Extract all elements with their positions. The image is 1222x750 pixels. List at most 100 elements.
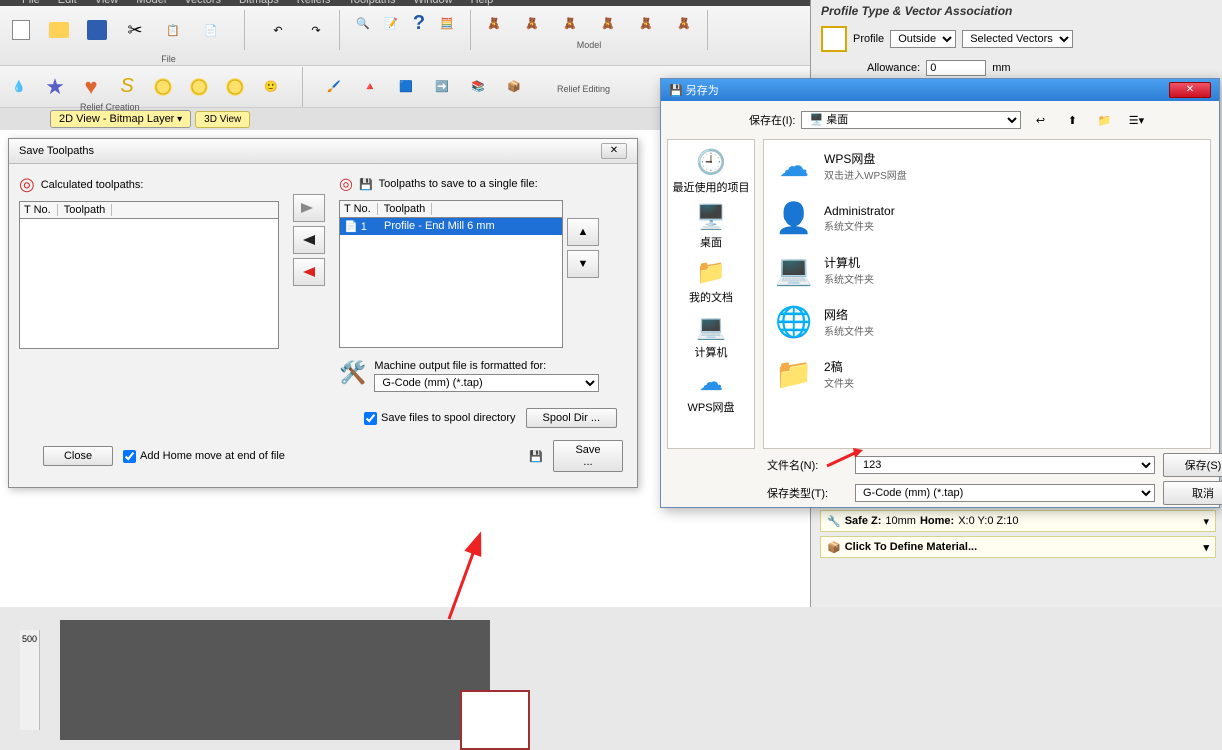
relief-editing-label: Relief Editing — [557, 84, 610, 94]
calc-label: Calculated toolpaths: — [41, 179, 144, 191]
triangle-icon[interactable]: 🔺 — [357, 74, 383, 100]
weave2-icon[interactable] — [186, 74, 212, 100]
cube-icon[interactable]: 📦 — [501, 74, 527, 100]
saveas-title: 💾 另存为 — [669, 82, 719, 98]
expand-icon[interactable]: ▾ — [1203, 515, 1209, 528]
file-list[interactable]: ☁ WPS网盘双击进入WPS网盘 👤 Administrator系统文件夹 💻 … — [763, 139, 1211, 449]
list-item[interactable]: 👤 Administrator系统文件夹 — [764, 192, 1210, 244]
new-folder-icon[interactable]: 📁 — [1091, 107, 1117, 133]
list-item[interactable]: 📁 2稿文件夹 — [764, 348, 1210, 400]
teddy5-icon[interactable]: 🧸 — [633, 10, 659, 36]
green-arrow-icon[interactable]: ➡️ — [429, 74, 455, 100]
open-icon[interactable] — [46, 17, 72, 43]
redo-icon[interactable]: ↷ — [303, 17, 329, 43]
list-item[interactable]: 💻 计算机系统文件夹 — [764, 244, 1210, 296]
cut-icon[interactable]: ✂ — [122, 17, 148, 43]
save-label: Toolpaths to save to a single file: — [379, 178, 538, 190]
list-item[interactable]: ☁ WPS网盘双击进入WPS网盘 — [764, 140, 1210, 192]
calc-toolpath-icon: ◎ — [19, 174, 35, 195]
vector-assoc-select[interactable]: Selected Vectors — [962, 30, 1073, 48]
tab-2d-view[interactable]: 2D View - Bitmap Layer ▾ — [50, 110, 191, 128]
up-icon[interactable]: ⬆ — [1059, 107, 1085, 133]
save-toolpaths-dialog: Save Toolpaths ✕ ◎ Calculated toolpaths:… — [8, 138, 638, 488]
panel-title: Profile Type & Vector Association — [811, 0, 1222, 22]
place-desktop[interactable]: 🖥️桌面 — [696, 203, 726, 250]
savein-select[interactable]: 🖥️ 桌面 — [801, 111, 1021, 129]
brush-icon[interactable]: 🖌️ — [321, 74, 347, 100]
zoom-icon[interactable]: 🔍 — [350, 10, 376, 36]
cloud-icon: ☁ — [774, 146, 814, 186]
drop-icon[interactable]: 💧 — [6, 74, 32, 100]
selection-box — [460, 690, 530, 750]
copy-icon[interactable]: 📋 — [160, 17, 186, 43]
expand-icon[interactable]: ▾ — [1203, 541, 1209, 554]
layers-icon[interactable]: 📚 — [465, 74, 491, 100]
computer-icon: 💻 — [774, 250, 814, 290]
list-item[interactable]: 📄 1 Profile - End Mill 6 mm — [340, 218, 562, 235]
teddy6-icon[interactable]: 🧸 — [671, 10, 697, 36]
teddy-gear-icon[interactable]: 🧸 — [557, 10, 583, 36]
undo-icon[interactable]: ↶ — [265, 17, 291, 43]
list-item[interactable]: 🌐 网络系统文件夹 — [764, 296, 1210, 348]
weave1-icon[interactable] — [150, 74, 176, 100]
s-icon[interactable]: S — [114, 74, 140, 100]
remove-left-button[interactable] — [293, 258, 325, 286]
right-list-header: T No.Toolpath — [339, 200, 563, 218]
profile-type-icon[interactable] — [821, 26, 847, 52]
back-icon[interactable]: ↩ — [1027, 107, 1053, 133]
place-computer[interactable]: 💻计算机 — [695, 313, 728, 360]
relief-creation-label: Relief Creation — [80, 102, 140, 112]
save-button[interactable]: 保存(S) — [1163, 453, 1222, 477]
place-documents[interactable]: 📁我的文档 — [689, 258, 733, 305]
spool-dir-button[interactable]: Spool Dir ... — [526, 408, 617, 428]
left-list-header: T No.Toolpath — [19, 201, 279, 219]
move-right-button[interactable] — [293, 194, 325, 222]
define-material-bar[interactable]: 📦 Click To Define Material... ▾ — [820, 536, 1216, 558]
calc-icon[interactable]: 🧮 — [434, 10, 460, 36]
workpiece — [60, 620, 490, 740]
allowance-input[interactable] — [926, 60, 986, 76]
calculated-list[interactable] — [19, 219, 279, 349]
teddy2-icon[interactable]: 🧸 — [519, 10, 545, 36]
heart-icon[interactable]: ♥ — [78, 74, 104, 100]
disk-icon: 💾 — [359, 178, 373, 191]
allowance-unit: mm — [992, 62, 1010, 74]
help-icon[interactable]: ? — [406, 10, 432, 36]
close-icon[interactable]: ✕ — [1169, 82, 1211, 98]
safez-icon: 🔧 — [827, 515, 841, 528]
place-wps[interactable]: ☁WPS网盘 — [687, 368, 734, 415]
close-icon[interactable]: ✕ — [601, 143, 627, 159]
places-bar: 🕘最近使用的项目 🖥️桌面 📁我的文档 💻计算机 ☁WPS网盘 — [667, 139, 755, 449]
move-up-button[interactable]: ▲ — [567, 218, 599, 246]
spool-checkbox[interactable]: Save files to spool directory — [364, 412, 516, 425]
home-checkbox[interactable]: Add Home move at end of file — [123, 450, 285, 463]
teddy4-icon[interactable]: 🧸 — [595, 10, 621, 36]
save-button[interactable]: Save ... — [553, 440, 623, 472]
group-file-label: File — [161, 54, 176, 64]
new-icon[interactable] — [8, 17, 34, 43]
profile-label: Profile — [853, 33, 884, 45]
filename-input[interactable]: 123 — [855, 456, 1155, 474]
format-select[interactable]: G-Code (mm) (*.tap) — [374, 374, 599, 392]
safe-z-bar[interactable]: 🔧 Safe Z: 10mm Home: X:0 Y:0 Z:10 ▾ — [820, 510, 1216, 532]
move-left-button[interactable] — [293, 226, 325, 254]
view-menu-icon[interactable]: ☰▾ — [1123, 107, 1149, 133]
profile-side-select[interactable]: Outside — [890, 30, 956, 48]
teddy1-icon[interactable]: 🧸 — [481, 10, 507, 36]
move-down-button[interactable]: ▼ — [567, 250, 599, 278]
tab-3d-view[interactable]: 3D View — [195, 111, 250, 128]
save-list[interactable]: 📄 1 Profile - End Mill 6 mm — [339, 218, 563, 348]
notes-icon[interactable]: 📝 — [378, 10, 404, 36]
machine-icon: 🛠️ — [339, 360, 366, 386]
filetype-select[interactable]: G-Code (mm) (*.tap) — [855, 484, 1155, 502]
star-icon[interactable]: ★ — [42, 74, 68, 100]
save-toolpath-icon: ◎ — [339, 174, 353, 194]
blue-block-icon[interactable]: 🟦 — [393, 74, 419, 100]
place-recent[interactable]: 🕘最近使用的项目 — [673, 148, 750, 195]
paste-icon[interactable]: 📄 — [198, 17, 224, 43]
face-icon[interactable]: 🙂 — [258, 74, 284, 100]
cancel-button[interactable]: 取消 — [1163, 481, 1222, 505]
save-icon[interactable] — [84, 17, 110, 43]
weave3-icon[interactable] — [222, 74, 248, 100]
close-button[interactable]: Close — [43, 446, 113, 466]
